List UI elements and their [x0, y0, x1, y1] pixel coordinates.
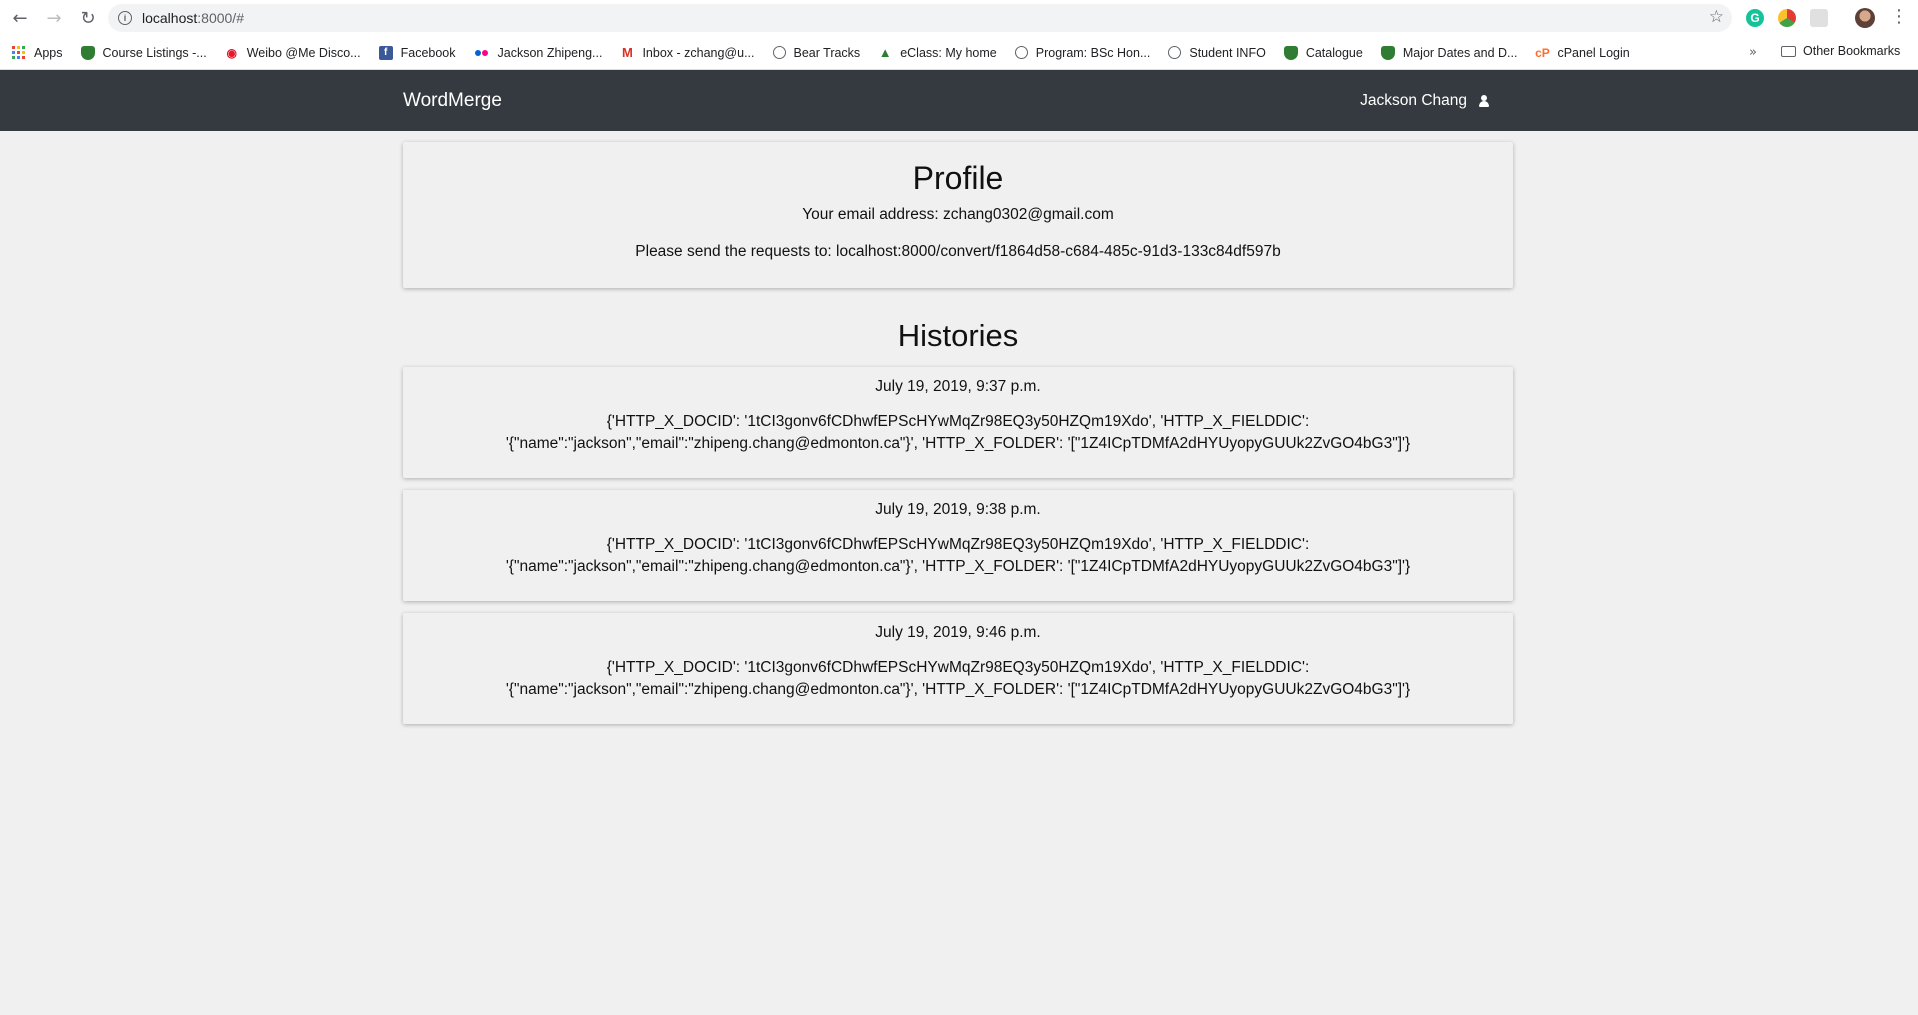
folder-icon: [1781, 45, 1796, 57]
histories-title: Histories: [897, 318, 1019, 353]
bookmark-apps[interactable]: Apps: [12, 45, 63, 60]
graduation-cap-icon: ▲: [878, 45, 892, 60]
weibo-icon: ◉: [224, 45, 239, 60]
bookmark-label: Apps: [34, 45, 63, 60]
other-bookmarks[interactable]: Other Bookmarks: [1781, 44, 1900, 58]
flickr-icon: [474, 46, 490, 60]
history-item: July 19, 2019, 9:46 p.m. {'HTTP_X_DOCID'…: [403, 613, 1513, 724]
bookmark-label: Student INFO: [1189, 45, 1266, 60]
bookmark-label: Weibo @Me Disco...: [246, 45, 361, 60]
profile-title: Profile: [912, 160, 1004, 196]
shield-icon: [1380, 45, 1395, 60]
history-timestamp: July 19, 2019, 9:37 p.m.: [875, 378, 1041, 395]
bookmark-label: Inbox - zchang@u...: [642, 45, 755, 60]
bookmark-facebook[interactable]: f Facebook: [378, 45, 456, 60]
shield-icon: [80, 45, 95, 60]
profile-card: Profile Your email address: zchang0302@g…: [403, 142, 1513, 288]
url-host: localhost: [142, 10, 198, 26]
bookmark-program[interactable]: Program: BSc Hon...: [1014, 45, 1151, 60]
bookmark-label: Facebook: [400, 45, 456, 60]
bookmark-label: cPanel Login: [1557, 45, 1630, 60]
email-line: Your email address: zchang0302@gmail.com: [802, 206, 1114, 223]
bookmark-label: Catalogue: [1305, 45, 1363, 60]
other-bookmarks-label: Other Bookmarks: [1803, 44, 1901, 58]
url-path: :8000/#: [197, 10, 244, 26]
back-arrow-icon[interactable]: ←: [6, 4, 34, 32]
bookmark-label: Jackson Zhipeng...: [497, 45, 603, 60]
request-url-line: Please send the requests to: localhost:8…: [635, 243, 1281, 260]
shield-icon: [1283, 45, 1298, 60]
apps-icon: [12, 45, 26, 60]
grammarly-extension-icon[interactable]: G: [1746, 9, 1764, 27]
globe-icon: [772, 46, 786, 59]
history-body: {'HTTP_X_DOCID': '1tCI3gonv6fCDhwfEPScHY…: [505, 536, 1411, 575]
bookmark-star-icon[interactable]: ☆: [1709, 7, 1724, 27]
bookmark-label: Major Dates and D...: [1402, 45, 1518, 60]
bookmark-label: Bear Tracks: [793, 45, 861, 60]
bookmark-catalogue[interactable]: Catalogue: [1283, 45, 1363, 60]
app-navbar: WordMerge Jackson Chang: [0, 70, 1918, 131]
more-bookmarks-icon[interactable]: »: [1749, 45, 1757, 60]
bookmark-label: Program: BSc Hon...: [1035, 45, 1151, 60]
reload-icon[interactable]: ↻: [74, 4, 102, 32]
user-name: Jackson Chang: [1360, 92, 1467, 109]
bookmark-course-listings[interactable]: Course Listings -...: [80, 45, 207, 60]
bookmark-flickr[interactable]: Jackson Zhipeng...: [474, 45, 603, 60]
user-menu[interactable]: Jackson Chang: [1360, 92, 1489, 110]
gmail-icon: M: [622, 45, 633, 60]
globe-icon: [1168, 46, 1182, 59]
history-timestamp: July 19, 2019, 9:46 p.m.: [875, 624, 1041, 641]
bookmark-gmail[interactable]: M Inbox - zchang@u...: [620, 45, 755, 60]
bookmark-bear-tracks[interactable]: Bear Tracks: [772, 45, 861, 60]
brand-link[interactable]: WordMerge: [403, 90, 502, 112]
bookmark-major-dates[interactable]: Major Dates and D...: [1380, 45, 1518, 60]
bookmark-weibo[interactable]: ◉ Weibo @Me Disco...: [224, 45, 361, 60]
user-icon: [1479, 95, 1489, 107]
bookmark-label: Course Listings -...: [102, 45, 207, 60]
bookmark-cpanel[interactable]: cP cPanel Login: [1535, 45, 1630, 60]
history-item: July 19, 2019, 9:37 p.m. {'HTTP_X_DOCID'…: [403, 367, 1513, 478]
history-body: {'HTTP_X_DOCID': '1tCI3gonv6fCDhwfEPScHY…: [505, 413, 1411, 452]
history-timestamp: July 19, 2019, 9:38 p.m.: [875, 501, 1041, 518]
history-item: July 19, 2019, 9:38 p.m. {'HTTP_X_DOCID'…: [403, 490, 1513, 601]
browser-toolbar: ← → ↻ i localhost:8000/# ☆ G ⋮: [0, 0, 1918, 36]
bookmark-label: eClass: My home: [900, 45, 997, 60]
extension-icon[interactable]: [1810, 9, 1828, 27]
browser-menu-icon[interactable]: ⋮: [1890, 6, 1908, 27]
history-body: {'HTTP_X_DOCID': '1tCI3gonv6fCDhwfEPScHY…: [505, 659, 1411, 698]
color-extension-icon[interactable]: [1778, 9, 1796, 27]
facebook-icon: f: [378, 45, 393, 60]
forward-arrow-icon[interactable]: →: [40, 4, 68, 32]
info-icon[interactable]: i: [118, 11, 132, 25]
globe-icon: [1014, 46, 1028, 59]
profile-avatar[interactable]: [1855, 8, 1875, 28]
bookmark-eclass[interactable]: ▲ eClass: My home: [878, 45, 997, 60]
bookmarks-bar: Apps Course Listings -... ◉ Weibo @Me Di…: [0, 36, 1918, 70]
bookmark-student-info[interactable]: Student INFO: [1168, 45, 1266, 60]
address-bar[interactable]: i localhost:8000/# ☆: [108, 4, 1732, 32]
cpanel-icon: cP: [1535, 45, 1550, 60]
